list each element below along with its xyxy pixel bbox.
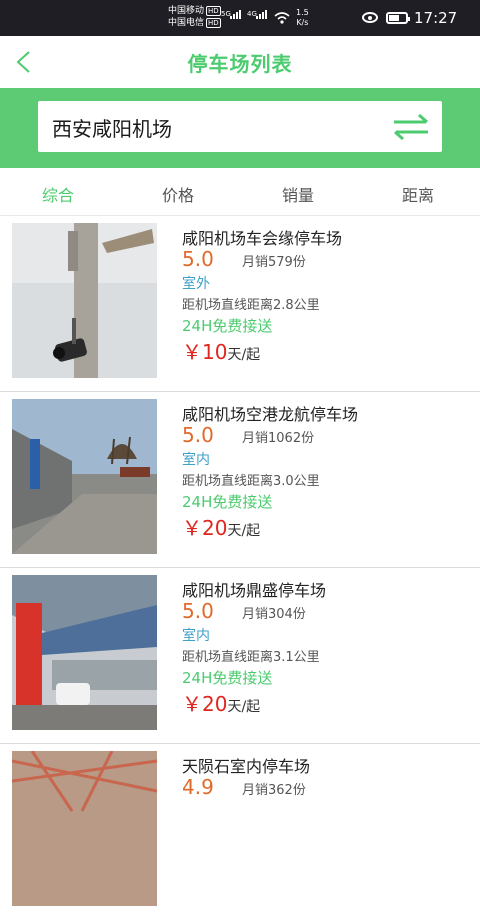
tab-comprehensive[interactable]: 综合 [42, 182, 74, 206]
lot-shuttle: 24H免费接送 [182, 669, 273, 687]
carrier-2: 中国电信 [168, 18, 205, 28]
lot-price: ￥20天/起 [182, 512, 260, 541]
network-speed-unit: K/s [296, 18, 309, 27]
parking-photo [12, 575, 157, 730]
battery-icon [386, 12, 410, 24]
lot-distance: 距机场直线距离2.8公里 [182, 298, 320, 313]
search-value: 西安咸阳机场 [52, 117, 172, 141]
signal-icon-2 [256, 10, 267, 19]
lot-name: 咸阳机场鼎盛停车场 [182, 581, 327, 600]
tab-distance[interactable]: 距离 [402, 182, 434, 206]
lot-sales: 月销1062份 [242, 431, 315, 446]
list-item[interactable]: 咸阳机场鼎盛停车场 5.0 月销304份 室内 距机场直线距离3.1公里 24H… [0, 568, 480, 744]
network-speed-value: 1.5 [296, 8, 309, 17]
signal-icon-1 [230, 10, 241, 19]
lot-type: 室外 [182, 276, 210, 292]
hd-badge-2: HD [206, 18, 221, 28]
lot-shuttle: 24H免费接送 [182, 317, 273, 335]
app-header: 停车场列表 [0, 36, 480, 88]
lot-type: 室内 [182, 628, 210, 644]
lot-name: 咸阳机场空港龙航停车场 [182, 405, 359, 424]
hd-badge-1: HD [206, 6, 221, 16]
price-unit: 天/起 [227, 347, 261, 363]
tab-price[interactable]: 价格 [162, 182, 194, 206]
lot-sales: 月销579份 [242, 255, 306, 270]
lot-rating: 5.0 [182, 423, 214, 447]
lot-name: 咸阳机场车会缘停车场 [182, 229, 343, 248]
sort-bar: 综合 价格 销量 距离 [0, 168, 480, 216]
lot-name: 天陨石室内停车场 [182, 757, 311, 776]
price-unit: 天/起 [227, 523, 261, 539]
lot-price: ￥10天/起 [182, 336, 260, 365]
lot-rating: 5.0 [182, 599, 214, 623]
lot-sales: 月销304份 [242, 607, 306, 622]
status-bar: 中国移动 HD 中国电信 HD 5G 4G 1.5 K/s 17:27 [0, 0, 480, 36]
price-unit: 天/起 [227, 699, 261, 715]
carrier-1: 中国移动 [168, 6, 205, 16]
lot-rating: 5.0 [182, 247, 214, 271]
lot-sales: 月销362份 [242, 783, 306, 798]
search-input[interactable]: 西安咸阳机场 [38, 101, 442, 152]
list-item[interactable]: 咸阳机场空港龙航停车场 5.0 月销1062份 室内 距机场直线距离3.0公里 … [0, 392, 480, 568]
price-value: ￥10 [182, 340, 228, 364]
wifi-icon [274, 12, 290, 24]
lot-shuttle: 24H免费接送 [182, 493, 273, 511]
lot-rating: 4.9 [182, 775, 214, 799]
lot-distance: 距机场直线距离3.0公里 [182, 474, 320, 489]
parking-photo [12, 399, 157, 554]
lot-distance: 距机场直线距离3.1公里 [182, 650, 320, 665]
parking-photo [12, 223, 157, 378]
list-item[interactable]: 天陨石室内停车场 4.9 月销362份 [0, 744, 480, 920]
parking-photo [12, 751, 157, 906]
page-title: 停车场列表 [187, 52, 293, 76]
carrier-labels: 中国移动 HD 中国电信 HD [168, 5, 221, 29]
network-speed: 1.5 K/s [296, 8, 309, 28]
price-value: ￥20 [182, 692, 228, 716]
status-clock: 17:27 [414, 9, 458, 27]
eye-comfort-icon [362, 12, 378, 23]
price-value: ￥20 [182, 516, 228, 540]
lot-type: 室内 [182, 452, 210, 468]
lot-price: ￥20天/起 [182, 688, 260, 717]
search-band: 西安咸阳机场 [0, 88, 480, 168]
swap-arrows-icon[interactable] [392, 113, 430, 141]
tab-sales[interactable]: 销量 [282, 182, 314, 206]
list-item[interactable]: 咸阳机场车会缘停车场 5.0 月销579份 室外 距机场直线距离2.8公里 24… [0, 216, 480, 392]
